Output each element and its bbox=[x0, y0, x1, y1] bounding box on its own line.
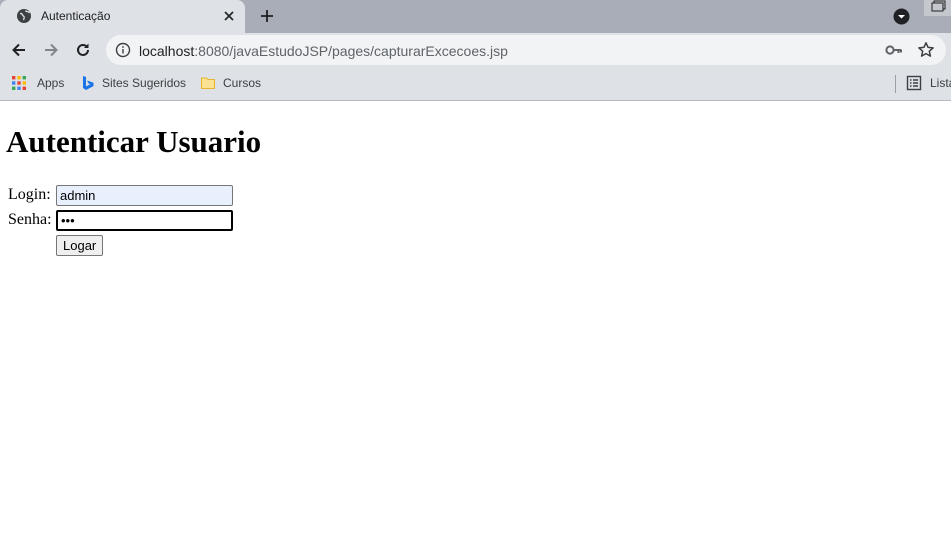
new-tab-plus-icon[interactable] bbox=[257, 6, 277, 26]
senha-label: Senha: bbox=[8, 211, 52, 228]
address-bar[interactable]: localhost:8080/javaEstudoJSP/pages/captu… bbox=[106, 35, 946, 65]
browser-toolbar: localhost:8080/javaEstudoJSP/pages/captu… bbox=[0, 33, 951, 69]
site-info-icon[interactable] bbox=[115, 42, 131, 58]
key-icon[interactable] bbox=[885, 42, 903, 58]
bookmark-reading-list[interactable]: Lista bbox=[906, 69, 951, 97]
bookmarks-bar: Apps Sites Sugeridos Cursos Lista bbox=[0, 69, 951, 101]
logar-button[interactable]: Logar bbox=[56, 235, 104, 256]
bookmark-label: Sites Sugeridos bbox=[102, 76, 187, 90]
forward-arrow-icon[interactable] bbox=[41, 40, 61, 60]
senha-input[interactable] bbox=[56, 210, 233, 231]
close-tab-icon[interactable] bbox=[221, 8, 237, 24]
back-arrow-icon[interactable] bbox=[9, 40, 29, 60]
folder-icon bbox=[201, 77, 215, 89]
bookmark-sites-sugeridos[interactable]: Sites Sugeridos bbox=[80, 69, 186, 97]
bookmarks-separator bbox=[895, 75, 896, 93]
url-text[interactable]: localhost:8080/javaEstudoJSP/pages/captu… bbox=[139, 43, 508, 59]
apps-grid-icon bbox=[12, 76, 26, 90]
bookmark-label: Cursos bbox=[223, 76, 262, 90]
reading-list-icon bbox=[906, 75, 922, 91]
reload-icon[interactable] bbox=[73, 40, 93, 60]
url-host: localhost bbox=[139, 43, 195, 59]
bookmark-apps[interactable]: Apps bbox=[11, 69, 64, 97]
bookmark-label: Lista bbox=[930, 76, 951, 90]
login-input[interactable] bbox=[56, 185, 233, 206]
login-label: Login: bbox=[8, 186, 51, 203]
bookmark-cursos[interactable]: Cursos bbox=[200, 69, 261, 97]
bookmark-label: Apps bbox=[37, 76, 65, 90]
window-restore-icon[interactable] bbox=[924, 0, 951, 16]
url-path: :8080/javaEstudoJSP/pages/capturarExceco… bbox=[194, 43, 508, 59]
page-content: Autenticar Usuario Login: Senha: Logar bbox=[0, 102, 951, 540]
bing-icon bbox=[83, 76, 94, 90]
globe-icon bbox=[17, 9, 31, 23]
tab-search-dropdown-icon[interactable] bbox=[893, 8, 910, 25]
bookmark-star-icon[interactable] bbox=[917, 41, 935, 59]
tab-title: Autenticação bbox=[41, 9, 111, 23]
page-title: Autenticar Usuario bbox=[6, 124, 262, 159]
tab-strip: Autenticação bbox=[0, 0, 951, 33]
browser-tab[interactable]: Autenticação bbox=[0, 0, 245, 33]
